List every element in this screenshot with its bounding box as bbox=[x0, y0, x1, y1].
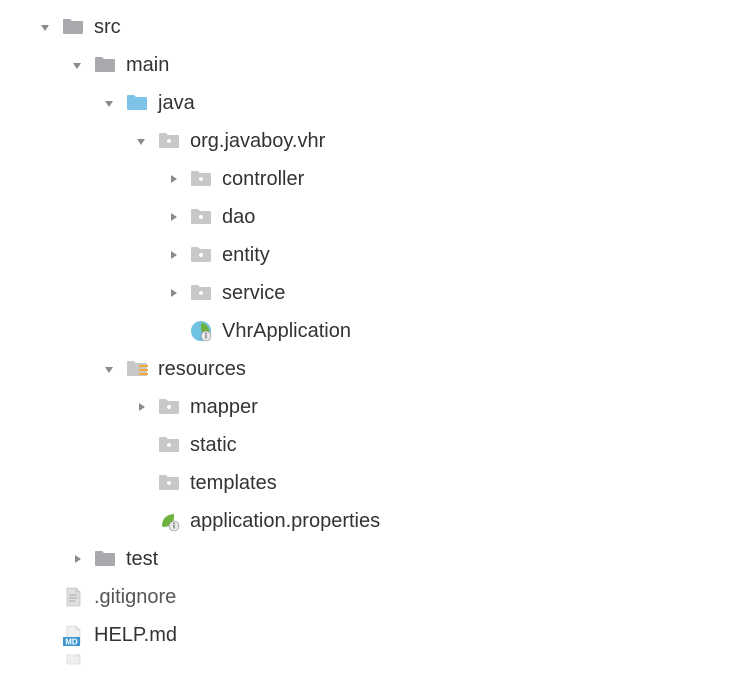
tree-label: src bbox=[94, 16, 121, 39]
folder-icon bbox=[60, 14, 86, 40]
tree-item-package[interactable]: org.javaboy.vhr bbox=[4, 122, 744, 160]
tree-item-dao[interactable]: dao bbox=[4, 198, 744, 236]
tree-label: HELP.md bbox=[94, 624, 177, 647]
tree-item-mapper[interactable]: mapper bbox=[4, 388, 744, 426]
chevron-down-icon[interactable] bbox=[36, 18, 54, 36]
tree-item-helpmd[interactable]: HELP.md bbox=[4, 616, 744, 654]
tree-label: templates bbox=[190, 472, 277, 495]
tree-label: test bbox=[126, 548, 158, 571]
no-arrow bbox=[132, 474, 150, 492]
tree-label: static bbox=[190, 434, 237, 457]
package-icon bbox=[156, 394, 182, 420]
tree-label: dao bbox=[222, 206, 255, 229]
tree-label: service bbox=[222, 282, 285, 305]
resources-folder-icon bbox=[124, 356, 150, 382]
chevron-right-icon[interactable] bbox=[132, 398, 150, 416]
tree-item-entity[interactable]: entity bbox=[4, 236, 744, 274]
tree-label: .gitignore bbox=[94, 586, 176, 609]
chevron-down-icon[interactable] bbox=[132, 132, 150, 150]
chevron-right-icon[interactable] bbox=[164, 208, 182, 226]
chevron-down-icon[interactable] bbox=[100, 94, 118, 112]
tree-item-gitignore[interactable]: .gitignore bbox=[4, 578, 744, 616]
file-icon bbox=[60, 654, 86, 668]
no-arrow bbox=[132, 436, 150, 454]
tree-item-resources[interactable]: resources bbox=[4, 350, 744, 388]
tree-label: java bbox=[158, 92, 195, 115]
no-arrow bbox=[36, 626, 54, 644]
tree-item-static[interactable]: static bbox=[4, 426, 744, 464]
package-icon bbox=[156, 470, 182, 496]
tree-item-appprops[interactable]: application.properties bbox=[4, 502, 744, 540]
tree-item-controller[interactable]: controller bbox=[4, 160, 744, 198]
tree-label: resources bbox=[158, 358, 246, 381]
package-icon bbox=[188, 280, 214, 306]
no-arrow bbox=[164, 322, 182, 340]
tree-label: main bbox=[126, 54, 169, 77]
no-arrow bbox=[36, 654, 54, 668]
no-arrow bbox=[132, 512, 150, 530]
markdown-file-icon bbox=[60, 622, 86, 648]
package-icon bbox=[156, 128, 182, 154]
tree-item-templates[interactable]: templates bbox=[4, 464, 744, 502]
package-icon bbox=[188, 242, 214, 268]
no-arrow bbox=[36, 588, 54, 606]
tree-item-src[interactable]: src bbox=[4, 8, 744, 46]
tree-label: org.javaboy.vhr bbox=[190, 130, 325, 153]
tree-label: VhrApplication bbox=[222, 320, 351, 343]
folder-icon bbox=[92, 52, 118, 78]
spring-config-icon bbox=[156, 508, 182, 534]
package-icon bbox=[156, 432, 182, 458]
chevron-down-icon[interactable] bbox=[68, 56, 86, 74]
tree-item-java[interactable]: java bbox=[4, 84, 744, 122]
text-file-icon bbox=[60, 584, 86, 610]
tree-label: controller bbox=[222, 168, 304, 191]
chevron-right-icon[interactable] bbox=[164, 246, 182, 264]
chevron-right-icon[interactable] bbox=[164, 284, 182, 302]
tree-label: mapper bbox=[190, 396, 258, 419]
tree-item-cutoff[interactable] bbox=[4, 654, 744, 668]
folder-icon bbox=[92, 546, 118, 572]
chevron-down-icon[interactable] bbox=[100, 360, 118, 378]
source-folder-icon bbox=[124, 90, 150, 116]
tree-item-vhrapplication[interactable]: VhrApplication bbox=[4, 312, 744, 350]
tree-label: application.properties bbox=[190, 510, 380, 533]
tree-item-service[interactable]: service bbox=[4, 274, 744, 312]
tree-item-test[interactable]: test bbox=[4, 540, 744, 578]
package-icon bbox=[188, 166, 214, 192]
spring-boot-icon bbox=[188, 318, 214, 344]
tree-item-main[interactable]: main bbox=[4, 46, 744, 84]
chevron-right-icon[interactable] bbox=[68, 550, 86, 568]
package-icon bbox=[188, 204, 214, 230]
tree-label: entity bbox=[222, 244, 270, 267]
chevron-right-icon[interactable] bbox=[164, 170, 182, 188]
